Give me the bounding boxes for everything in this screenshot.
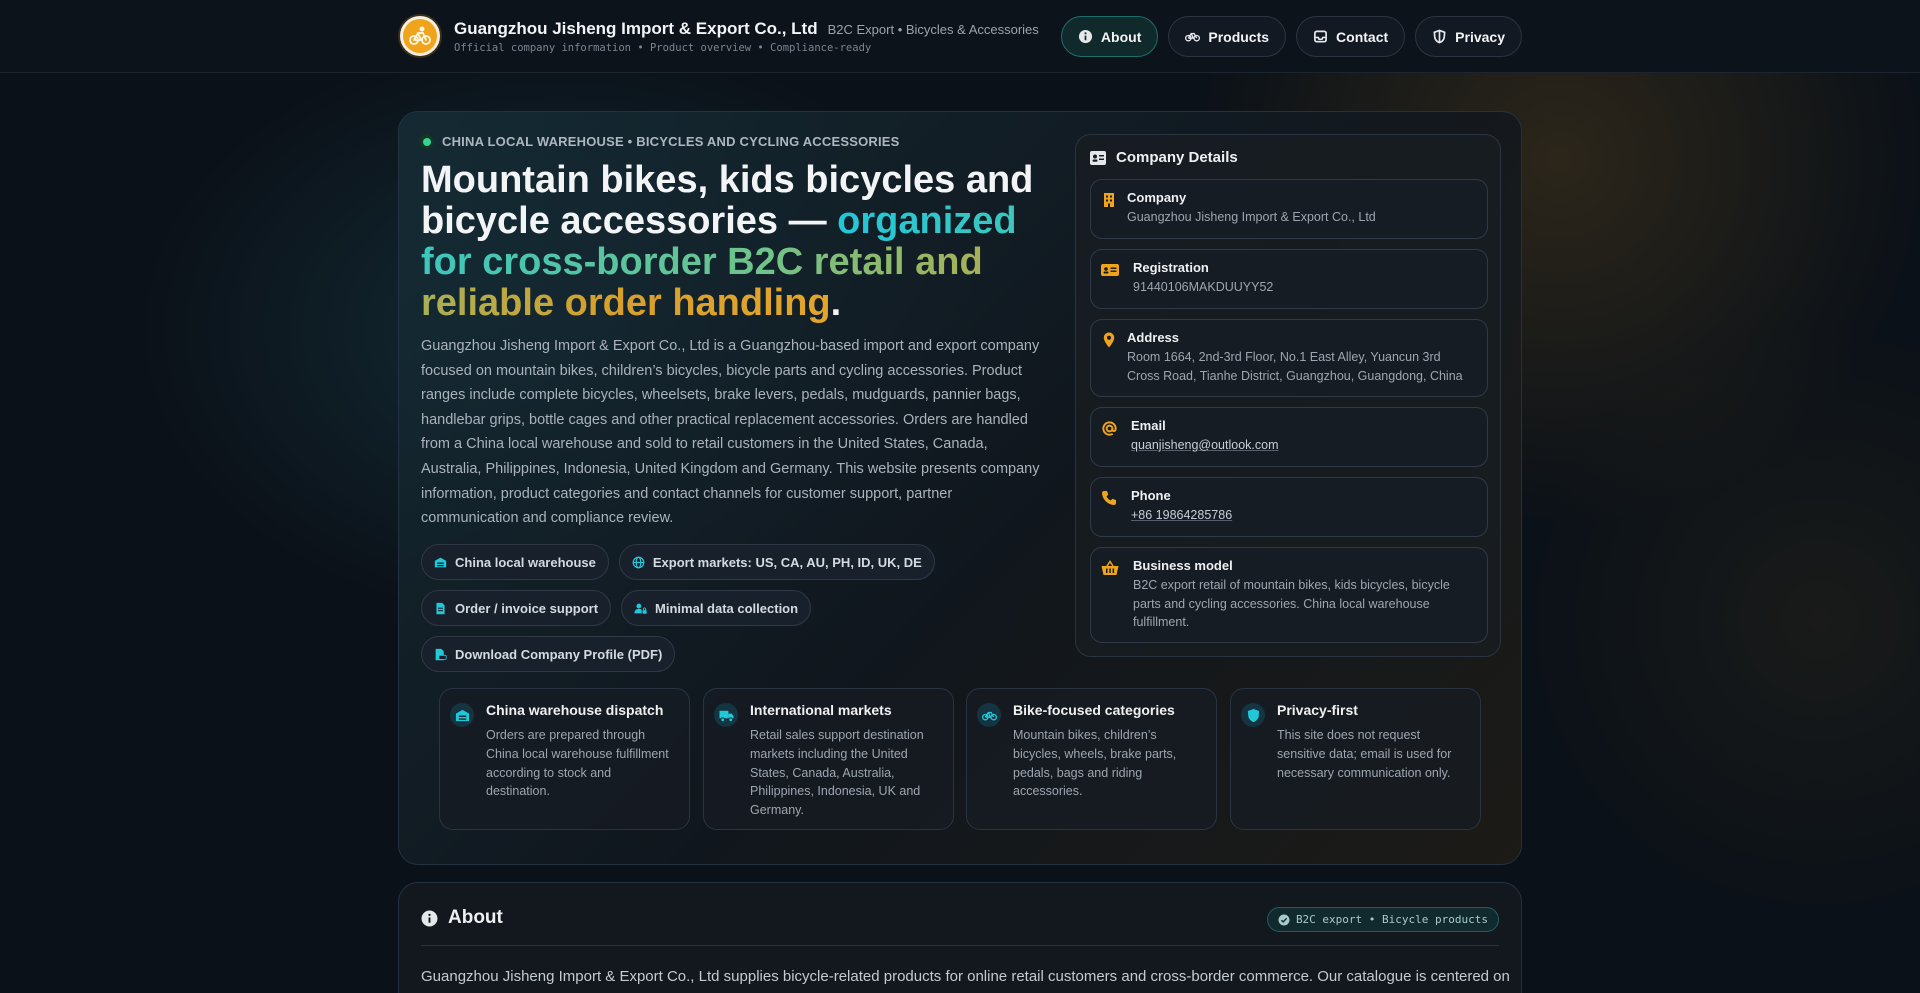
info-icon — [421, 910, 438, 926]
truck-icon — [714, 703, 738, 727]
detail-company-label: Company — [1127, 190, 1187, 205]
about-badge: B2C export • Bicycle products — [1266, 907, 1499, 932]
detail-business-model-value: B2C export retail of mountain bikes, kid… — [1133, 578, 1450, 629]
brand[interactable]: Guangzhou Jisheng Import & Export Co., L… — [398, 14, 1039, 58]
chip-minimal-data[interactable]: Minimal data collection — [621, 590, 812, 626]
detail-company: Company Guangzhou Jisheng Import & Expor… — [1090, 179, 1488, 239]
check-circle-icon — [1278, 914, 1290, 925]
about-divider — [421, 945, 1499, 946]
location-pin-icon — [1103, 332, 1115, 348]
phone-icon — [1102, 491, 1116, 505]
feature-description: Mountain bikes, children’s bicycles, whe… — [1013, 728, 1177, 799]
chip-minimal-data-label: Minimal data collection — [655, 600, 799, 616]
nav-about-label: About — [1100, 28, 1142, 45]
chip-invoice-support[interactable]: Order / invoice support — [421, 590, 612, 626]
hero-headline: Mountain bikes, kids bicycles and bicycl… — [421, 160, 1061, 324]
shield-icon — [1433, 29, 1446, 44]
company-tagline: B2C Export • Bicycles & Accessories — [827, 21, 1039, 37]
feature-title: China warehouse dispatch — [486, 702, 664, 718]
hero-eyebrow: CHINA LOCAL WAREHOUSE • BICYCLES AND CYC… — [419, 134, 900, 149]
nav-privacy-button[interactable]: Privacy — [1415, 16, 1522, 57]
company-details-title: Company Details — [1116, 149, 1238, 166]
bicycle-icon — [1185, 32, 1201, 42]
feature-card-international-markets: International markets Retail sales suppo… — [703, 688, 954, 830]
download-company-profile-button[interactable]: Download Company Profile (PDF) — [421, 636, 676, 672]
company-subline: Official company information • Product o… — [454, 41, 872, 54]
cyclist-icon — [403, 19, 437, 53]
detail-registration-label: Registration — [1133, 260, 1209, 275]
detail-address-value: Room 1664, 2nd-3rd Floor, No.1 East Alle… — [1127, 350, 1463, 383]
hero-chips: China local warehouse Export markets: US… — [421, 544, 1071, 672]
warehouse-icon — [450, 703, 474, 727]
feature-description: Retail sales support destination markets… — [750, 728, 924, 818]
nav-privacy-label: Privacy — [1455, 28, 1505, 45]
nav-contact-label: Contact — [1336, 28, 1389, 45]
chip-export-markets-label: Export markets: US, CA, AU, PH, ID, UK, … — [652, 554, 922, 570]
company-details-heading: Company Details — [1090, 149, 1238, 166]
at-sign-icon — [1102, 421, 1117, 436]
inbox-icon — [1314, 30, 1328, 43]
feature-title: International markets — [750, 702, 892, 718]
detail-business-model-label: Business model — [1133, 558, 1233, 573]
hero-eyebrow-text: CHINA LOCAL WAREHOUSE • BICYCLES AND CYC… — [442, 134, 900, 149]
top-navigation-bar: Guangzhou Jisheng Import & Export Co., L… — [0, 0, 1920, 73]
about-section: About B2C export • Bicycle products Guan… — [398, 882, 1522, 993]
feature-card-warehouse-dispatch: China warehouse dispatch Orders are prep… — [439, 688, 690, 830]
warehouse-icon — [434, 557, 447, 567]
detail-business-model: Business model B2C export retail of moun… — [1090, 547, 1488, 643]
nav-about-button[interactable]: About — [1060, 16, 1159, 57]
building-icon — [1104, 193, 1114, 207]
detail-email: Email quanjisheng@outlook.com — [1090, 407, 1488, 467]
feature-title: Privacy-first — [1277, 702, 1358, 718]
basket-icon — [1101, 560, 1119, 575]
nav-products-label: Products — [1208, 28, 1270, 45]
status-dot-icon — [419, 134, 434, 149]
download-company-profile-label: Download Company Profile (PDF) — [455, 646, 663, 662]
feature-title: Bike-focused categories — [1013, 702, 1175, 718]
nav-contact-button[interactable]: Contact — [1296, 16, 1406, 57]
feature-description: Orders are prepared through China local … — [486, 728, 669, 799]
chip-invoice-support-label: Order / invoice support — [455, 600, 599, 616]
nav-products-button[interactable]: Products — [1168, 16, 1287, 57]
user-lock-icon — [634, 603, 647, 614]
detail-phone-label: Phone — [1131, 488, 1171, 503]
document-icon — [436, 602, 445, 614]
contact-card-icon — [1090, 150, 1106, 165]
phone-link[interactable]: +86 19864285786 — [1131, 506, 1475, 525]
main-nav: About Products Contact Privacy — [1060, 16, 1522, 57]
detail-phone: Phone +86 19864285786 — [1090, 477, 1488, 537]
detail-company-value: Guangzhou Jisheng Import & Export Co., L… — [1127, 210, 1376, 224]
about-heading: About — [421, 907, 503, 929]
hero-card: CHINA LOCAL WAREHOUSE • BICYCLES AND CYC… — [398, 111, 1522, 865]
chip-warehouse[interactable]: China local warehouse — [421, 544, 609, 580]
shield-icon — [1241, 703, 1265, 727]
headline-end: . — [830, 282, 842, 324]
feature-card-bike-categories: Bike-focused categories Mountain bikes, … — [966, 688, 1217, 830]
globe-icon — [632, 556, 645, 568]
chip-warehouse-label: China local warehouse — [455, 554, 596, 570]
company-details-panel: Company Details Company Guangzhou Jishen… — [1075, 134, 1501, 657]
email-link[interactable]: quanjisheng@outlook.com — [1131, 436, 1475, 455]
id-card-icon — [1101, 264, 1119, 276]
detail-registration: Registration 91440106MAKDUUYY52 — [1090, 249, 1488, 309]
company-logo — [398, 14, 442, 58]
detail-address: Address Room 1664, 2nd-3rd Floor, No.1 E… — [1090, 319, 1488, 397]
info-icon — [1078, 29, 1092, 44]
chip-export-markets[interactable]: Export markets: US, CA, AU, PH, ID, UK, … — [618, 544, 935, 580]
about-text: Guangzhou Jisheng Import & Export Co., L… — [421, 968, 1510, 985]
detail-registration-value: 91440106MAKDUUYY52 — [1133, 280, 1274, 294]
hero-intro: Guangzhou Jisheng Import & Export Co., L… — [421, 338, 1040, 527]
detail-address-label: Address — [1127, 330, 1180, 345]
about-badge-text: B2C export • Bicycle products — [1295, 913, 1488, 926]
feature-card-privacy-first: Privacy-first This site does not request… — [1230, 688, 1481, 830]
company-name: Guangzhou Jisheng Import & Export Co., L… — [454, 18, 818, 38]
detail-email-label: Email — [1131, 418, 1166, 433]
feature-description: This site does not request sensitive dat… — [1277, 728, 1452, 780]
bicycle-icon — [977, 703, 1001, 727]
about-title: About — [448, 907, 503, 928]
pdf-icon — [435, 648, 447, 660]
